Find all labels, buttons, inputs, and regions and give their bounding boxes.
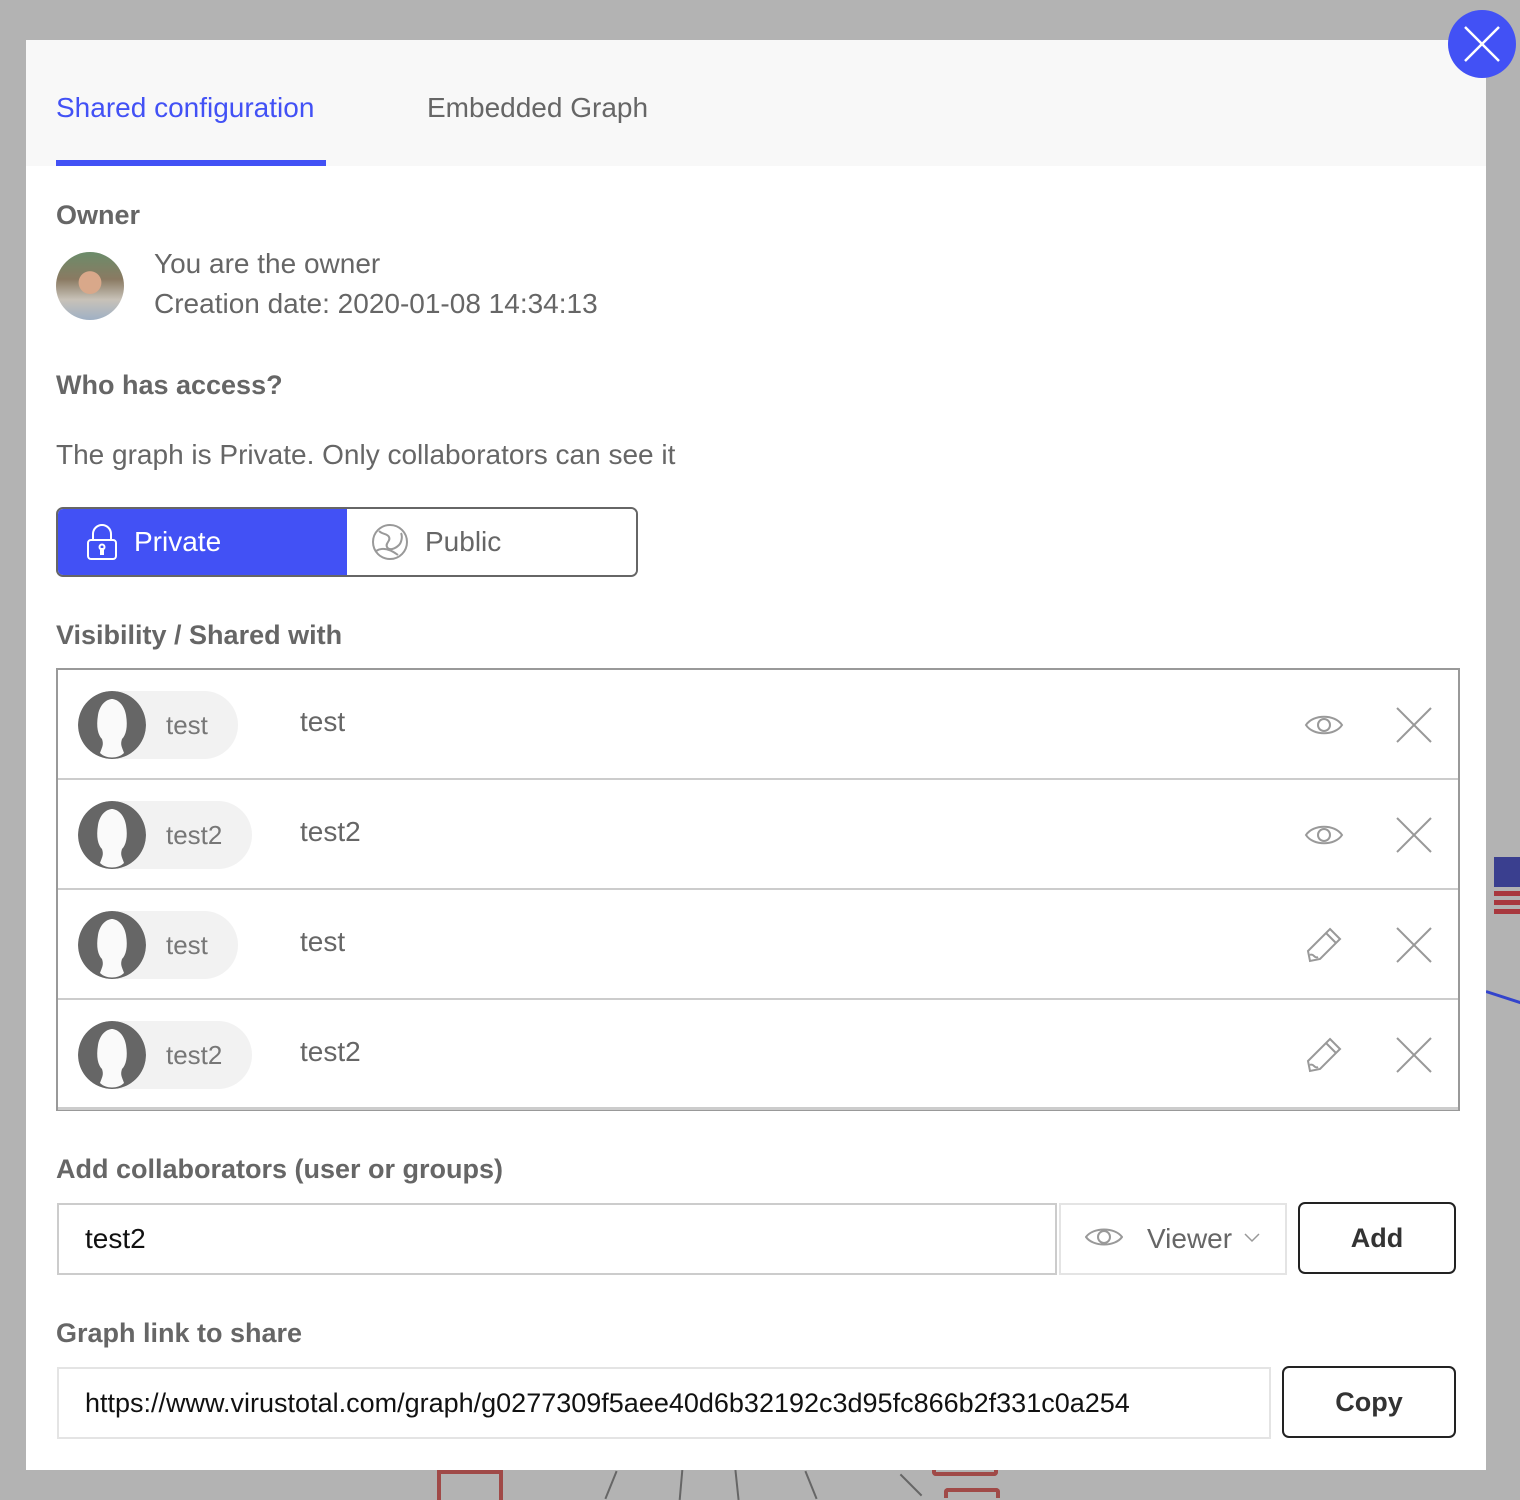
- eye-icon: [1084, 1225, 1124, 1254]
- close-icon: [1396, 1037, 1432, 1073]
- eye-icon: [1304, 715, 1344, 742]
- public-option[interactable]: Public: [347, 509, 636, 575]
- shared-user-row: test test: [58, 670, 1458, 780]
- shared-with-list: test test test2 test2 test test test2 te…: [56, 668, 1460, 1111]
- eye-icon: [1304, 825, 1344, 852]
- default-avatar-icon: [78, 1021, 146, 1089]
- remove-collaborator-button[interactable]: [1394, 815, 1434, 860]
- editor-permission-button[interactable]: [1304, 925, 1344, 970]
- graph-node-icon: [437, 1470, 503, 1500]
- shared-user-row: test test: [58, 890, 1458, 1000]
- remove-collaborator-button[interactable]: [1394, 1035, 1434, 1080]
- user-name: test2: [300, 1036, 361, 1067]
- close-icon: [1396, 817, 1432, 853]
- user-chip-label: test: [166, 929, 208, 960]
- close-icon: [1396, 707, 1432, 743]
- role-selected-value: Viewer: [1147, 1223, 1233, 1254]
- owner-avatar: [56, 252, 124, 320]
- tab-embedded-graph[interactable]: Embedded Graph: [427, 92, 648, 124]
- collaborator-input[interactable]: [57, 1203, 1057, 1275]
- user-chip: test: [78, 691, 238, 759]
- close-dialog-button[interactable]: [1448, 10, 1516, 78]
- shared-user-row: test2 test2: [58, 780, 1458, 890]
- editor-permission-button[interactable]: [1304, 1035, 1344, 1080]
- active-tab-indicator: [56, 160, 326, 166]
- user-chip-label: test2: [166, 819, 223, 850]
- us-flag-node-icon: [1494, 857, 1520, 915]
- access-heading: Who has access?: [56, 370, 283, 400]
- owner-heading: Owner: [56, 200, 141, 230]
- globe-icon: [371, 523, 409, 561]
- viewer-permission-button[interactable]: [1304, 822, 1344, 853]
- private-option[interactable]: Private: [58, 509, 347, 575]
- pencil-icon: [1304, 1037, 1344, 1079]
- visibility-toggle: Private Public: [56, 507, 638, 577]
- user-name: test: [300, 926, 346, 957]
- shared-user-row: test2 test2: [58, 1000, 1458, 1110]
- pencil-icon: [1304, 927, 1344, 969]
- close-icon: [1396, 927, 1432, 963]
- user-chip: test2: [78, 801, 253, 869]
- role-dropdown[interactable]: Viewer: [1059, 1203, 1287, 1275]
- add-collaborator-button[interactable]: Add: [1298, 1202, 1456, 1274]
- owner-status: You are the owner: [154, 248, 381, 279]
- user-chip: test2: [78, 1021, 253, 1089]
- user-chip-label: test: [166, 709, 208, 740]
- default-avatar-icon: [78, 691, 146, 759]
- user-chip-label: test2: [166, 1039, 223, 1070]
- tab-bar: Shared configuration Embedded Graph: [26, 40, 1486, 166]
- public-label: Public: [425, 526, 502, 557]
- tab-shared-configuration[interactable]: Shared configuration: [56, 92, 314, 124]
- default-avatar-icon: [78, 801, 146, 869]
- close-icon: [1464, 26, 1500, 62]
- chevron-down-icon: [1244, 1230, 1260, 1248]
- user-name: test2: [300, 816, 361, 847]
- remove-collaborator-button[interactable]: [1394, 925, 1434, 970]
- graph-link-heading: Graph link to share: [56, 1318, 303, 1348]
- user-chip: test: [78, 911, 238, 979]
- remove-collaborator-button[interactable]: [1394, 705, 1434, 750]
- shared-with-heading: Visibility / Shared with: [56, 620, 343, 650]
- graph-node-icon: [944, 1488, 1000, 1498]
- private-label: Private: [134, 526, 222, 557]
- graph-link-field[interactable]: [57, 1367, 1271, 1439]
- add-collaborators-heading: Add collaborators (user or groups): [56, 1154, 504, 1184]
- lock-icon: [86, 523, 118, 561]
- creation-date: Creation date: 2020-01-08 14:34:13: [154, 288, 598, 319]
- user-name: test: [300, 706, 346, 737]
- default-avatar-icon: [78, 911, 146, 979]
- viewer-permission-button[interactable]: [1304, 712, 1344, 743]
- access-description: The graph is Private. Only collaborators…: [56, 439, 676, 470]
- copy-link-button[interactable]: Copy: [1282, 1366, 1456, 1438]
